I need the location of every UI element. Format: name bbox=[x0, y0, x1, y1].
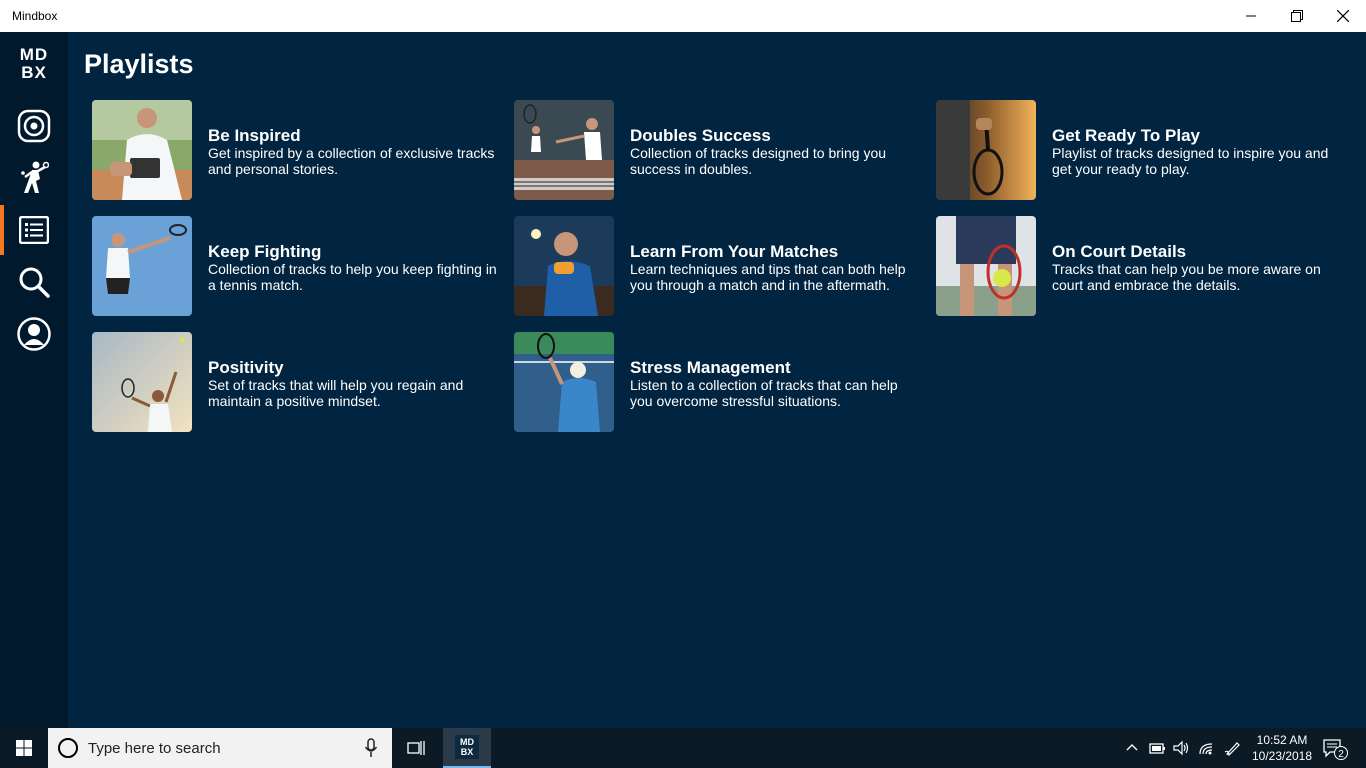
cortana-icon bbox=[58, 738, 78, 758]
playlist-card[interactable]: Learn From Your Matches Learn techniques… bbox=[514, 216, 924, 316]
playlist-description: Collection of tracks designed to bring y… bbox=[630, 145, 887, 177]
playlist-description: Tracks that can help you be more aware o… bbox=[1052, 261, 1321, 293]
playlist-thumbnail bbox=[92, 216, 192, 316]
playlist-card[interactable]: Keep Fighting Collection of tracks to he… bbox=[92, 216, 502, 316]
playlist-thumbnail bbox=[936, 100, 1036, 200]
speaker-icon bbox=[17, 109, 51, 143]
app-logo-bottom: BX bbox=[460, 747, 474, 757]
battery-icon[interactable] bbox=[1148, 740, 1166, 756]
system-clock[interactable]: 10:52 AM 10/23/2018 bbox=[1248, 732, 1316, 764]
playlist-description: Collection of tracks to help you keep fi… bbox=[208, 261, 497, 293]
playlist-description: Playlist of tracks designed to inspire y… bbox=[1052, 145, 1329, 177]
mindbox-logo[interactable]: MD BX bbox=[14, 46, 54, 86]
minimize-button[interactable] bbox=[1228, 0, 1274, 32]
playlist-card[interactable]: Doubles Success Collection of tracks des… bbox=[514, 100, 924, 200]
chevron-up-icon[interactable] bbox=[1126, 743, 1138, 751]
start-button[interactable] bbox=[0, 728, 48, 768]
playlist-thumbnail bbox=[514, 100, 614, 200]
list-icon bbox=[19, 216, 49, 244]
playlist-title: Keep Fighting bbox=[208, 242, 322, 261]
playlist-title: Be Inspired bbox=[208, 126, 301, 145]
playlist-thumbnail bbox=[514, 216, 614, 316]
playlist-thumbnail bbox=[92, 100, 192, 200]
tennis-player-icon bbox=[21, 161, 49, 193]
playlist-description: Listen to a collection of tracks that ca… bbox=[630, 377, 898, 409]
logo-text-bottom: BX bbox=[21, 63, 47, 82]
playlist-card[interactable]: Positivity Set of tracks that will help … bbox=[92, 332, 502, 432]
playlist-title: On Court Details bbox=[1052, 242, 1187, 261]
playlist-description: Set of tracks that will help you regain … bbox=[208, 377, 464, 409]
playlist-card[interactable]: Be Inspired Get inspired by a collection… bbox=[92, 100, 502, 200]
clock-date: 10/23/2018 bbox=[1251, 749, 1313, 763]
close-button[interactable] bbox=[1320, 0, 1366, 32]
playlist-title: Learn From Your Matches bbox=[630, 242, 839, 261]
taskbar-search-box[interactable]: Type here to search bbox=[48, 728, 392, 768]
task-view-button[interactable] bbox=[400, 728, 432, 768]
nav-item-profile[interactable] bbox=[0, 309, 68, 359]
wifi-icon[interactable] bbox=[1198, 740, 1214, 756]
microphone-icon[interactable] bbox=[364, 738, 378, 758]
title-bar: Mindbox bbox=[0, 0, 1366, 32]
nav-item-player[interactable] bbox=[0, 153, 68, 203]
taskbar: Type here to search MD BX 10:52 AM 10/23… bbox=[0, 728, 1366, 768]
sidebar: MD BX bbox=[0, 32, 68, 728]
nav-item-speaker[interactable] bbox=[0, 101, 68, 151]
task-view-icon bbox=[407, 741, 425, 755]
search-icon bbox=[19, 267, 50, 298]
restore-icon bbox=[1291, 10, 1303, 22]
playlist-thumbnail bbox=[936, 216, 1036, 316]
playlist-card[interactable]: Stress Management Listen to a collection… bbox=[514, 332, 924, 432]
windows-logo-icon bbox=[16, 740, 32, 756]
clock-time: 10:52 AM bbox=[1256, 733, 1308, 747]
action-center-icon[interactable]: 2 bbox=[1322, 738, 1348, 760]
restore-button[interactable] bbox=[1274, 0, 1320, 32]
app-logo-top: MD bbox=[460, 737, 474, 747]
minimize-icon bbox=[1246, 15, 1256, 17]
nav-item-playlists[interactable] bbox=[0, 205, 68, 255]
playlist-thumbnail bbox=[514, 332, 614, 432]
taskbar-app-mindbox[interactable]: MD BX bbox=[443, 728, 491, 768]
page-title: Playlists bbox=[84, 49, 194, 79]
volume-icon[interactable] bbox=[1173, 740, 1191, 756]
playlist-description: Learn techniques and tips that can both … bbox=[630, 261, 906, 293]
profile-icon bbox=[17, 317, 51, 351]
playlist-description: Get inspired by a collection of exclusiv… bbox=[208, 145, 495, 177]
playlist-card[interactable]: Get Ready To Play Playlist of tracks des… bbox=[936, 100, 1346, 200]
mindbox-app-icon: MD BX bbox=[455, 735, 479, 759]
playlist-title: Positivity bbox=[208, 358, 284, 377]
logo-text-top: MD bbox=[19, 45, 49, 64]
close-icon bbox=[1337, 10, 1349, 22]
nav-item-search[interactable] bbox=[0, 257, 68, 307]
playlist-card[interactable]: On Court Details Tracks that can help yo… bbox=[936, 216, 1346, 316]
pen-icon[interactable] bbox=[1224, 740, 1242, 756]
playlist-thumbnail bbox=[92, 332, 192, 432]
notification-count: 2 bbox=[1338, 749, 1344, 760]
search-placeholder: Type here to search bbox=[88, 740, 221, 757]
window-title: Mindbox bbox=[12, 9, 58, 23]
main-content: Playlists Be Inspired Get inspired by a … bbox=[68, 32, 1366, 728]
playlist-title: Doubles Success bbox=[630, 126, 771, 145]
playlist-title: Stress Management bbox=[630, 358, 791, 377]
playlist-title: Get Ready To Play bbox=[1052, 126, 1201, 145]
